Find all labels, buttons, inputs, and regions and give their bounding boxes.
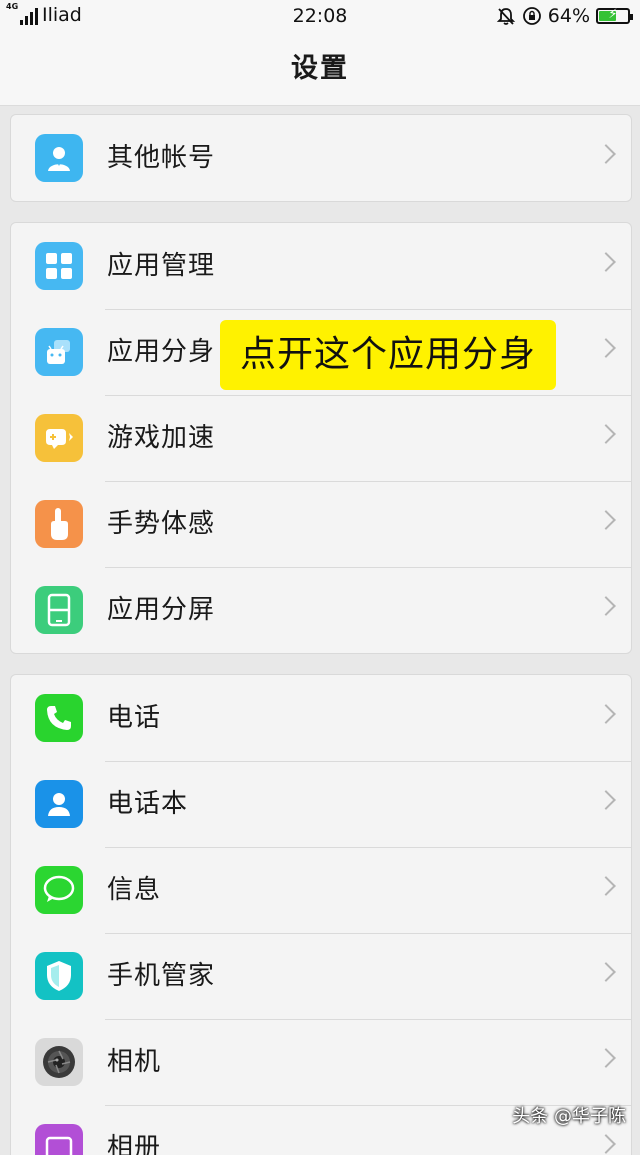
settings-row-messages[interactable]: 信息 xyxy=(11,847,631,933)
settings-row-phone[interactable]: 电话 xyxy=(11,675,631,761)
row-label: 相册 xyxy=(107,1133,162,1155)
chevron-right-icon xyxy=(596,1134,616,1154)
settings-row-contacts[interactable]: 电话本 xyxy=(11,761,631,847)
row-label: 手机管家 xyxy=(107,961,216,991)
chevron-right-icon xyxy=(596,704,616,724)
settings-group-accounts: 其他帐号 xyxy=(10,114,632,202)
settings-row-game-boost[interactable]: 游戏加速 xyxy=(11,395,631,481)
row-label: 手势体感 xyxy=(107,509,216,539)
account-icon xyxy=(35,134,83,182)
row-label: 应用分屏 xyxy=(107,595,216,625)
row-label: 电话 xyxy=(107,703,162,733)
chevron-right-icon xyxy=(596,876,616,896)
settings-row-phone-manager[interactable]: 手机管家 xyxy=(11,933,631,1019)
chevron-right-icon xyxy=(596,338,616,358)
row-label: 应用管理 xyxy=(107,251,216,281)
mute-bell-icon xyxy=(496,8,515,25)
watermark: 头条 @华子陈 xyxy=(512,1106,626,1127)
settings-group-apps: 应用管理 应用分身 游戏加速 手势体感 应用分屏 xyxy=(10,222,632,654)
battery-percent: 64% xyxy=(547,5,590,27)
status-icons: 64% ⚡ xyxy=(496,5,633,27)
status-bar: 4G Iliad 22:08 64% ⚡ xyxy=(0,0,640,32)
chevron-right-icon xyxy=(596,424,616,444)
row-label: 信息 xyxy=(107,875,162,905)
chevron-right-icon xyxy=(596,252,616,272)
settings-row-app-management[interactable]: 应用管理 xyxy=(11,223,631,309)
chevron-right-icon xyxy=(596,144,616,164)
rotation-lock-icon xyxy=(522,7,541,25)
settings-row-split-screen[interactable]: 应用分屏 xyxy=(11,567,631,653)
row-label: 其他帐号 xyxy=(107,143,216,173)
chevron-right-icon xyxy=(596,510,616,530)
row-label: 游戏加速 xyxy=(107,423,216,453)
chevron-right-icon xyxy=(596,1048,616,1068)
contacts-icon xyxy=(35,780,83,828)
app-clone-icon xyxy=(35,328,83,376)
charging-icon: ⚡ xyxy=(608,7,618,22)
settings-row-camera[interactable]: 相机 xyxy=(11,1019,631,1105)
settings-row-other-accounts[interactable]: 其他帐号 xyxy=(11,115,631,201)
chevron-right-icon xyxy=(596,962,616,982)
messages-icon xyxy=(35,866,83,914)
annotation-callout: 点开这个应用分身 xyxy=(220,320,556,390)
row-label: 电话本 xyxy=(107,789,189,819)
row-divider xyxy=(105,847,631,848)
chevron-right-icon xyxy=(596,790,616,810)
game-boost-icon xyxy=(35,414,83,462)
row-label: 应用分身 xyxy=(107,337,216,367)
settings-group-system-apps: 电话 电话本 信息 手机管家 相机 相册 xyxy=(10,674,632,1155)
split-screen-icon xyxy=(35,586,83,634)
row-label: 相机 xyxy=(107,1047,162,1077)
chevron-right-icon xyxy=(596,596,616,616)
battery-icon: ⚡ xyxy=(596,7,633,24)
settings-row-gestures[interactable]: 手势体感 xyxy=(11,481,631,567)
camera-icon xyxy=(35,1038,83,1086)
row-divider xyxy=(105,1019,631,1020)
phone-icon xyxy=(35,694,83,742)
page-title: 设置 xyxy=(0,32,640,106)
photos-icon xyxy=(35,1124,83,1155)
gesture-icon xyxy=(35,500,83,548)
phone-manager-icon xyxy=(35,952,83,1000)
app-management-icon xyxy=(35,242,83,290)
